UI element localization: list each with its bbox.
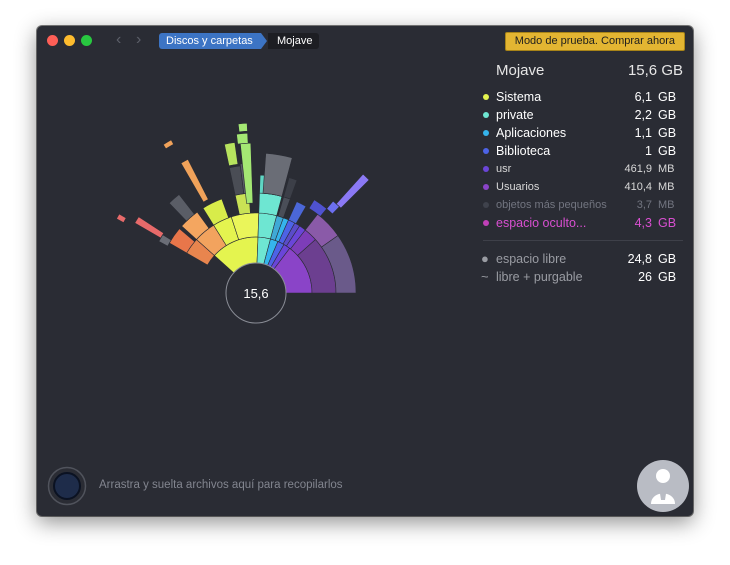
list-item: ~ libre + purgable 26 GB: [481, 268, 684, 286]
item-size: 410,4: [624, 181, 652, 193]
logo-icon: [637, 460, 689, 512]
list-item[interactable]: espacio oculto... 4,3 GB: [481, 214, 684, 232]
list-item[interactable]: Usuarios 410,4 MB: [481, 178, 684, 196]
item-size: 2,2: [634, 108, 652, 122]
free-space-list: ● espacio libre 24,8 GB ~ libre + purgable 26 G…: [481, 250, 684, 286]
list-item[interactable]: Aplicaciones 1,1 GB: [481, 124, 684, 142]
item-name: libre + purgable: [496, 270, 583, 284]
chevron-right-icon[interactable]: ›: [136, 31, 141, 49]
app-window: ‹ › Discos y carpetas Mojave Modo de pru…: [37, 26, 693, 516]
item-name: Aplicaciones: [496, 126, 567, 140]
summary-total: 15,6 GB: [627, 62, 683, 79]
summary-title: Mojave: [496, 62, 545, 79]
sunburst-segment[interactable]: [258, 192, 283, 217]
sunburst-segment[interactable]: [237, 122, 248, 133]
color-dot: [483, 220, 489, 226]
item-name: espacio oculto...: [496, 216, 587, 230]
item-size: 3,7: [636, 199, 652, 211]
item-name: Usuarios: [496, 181, 540, 193]
item-size: 4,3: [634, 216, 652, 230]
color-dot: [483, 94, 489, 100]
center-total-label: 15,6: [243, 286, 268, 301]
item-unit: GB: [658, 90, 677, 104]
list-item[interactable]: usr 461,9 MB: [481, 160, 684, 178]
sunburst-segment[interactable]: [224, 142, 239, 167]
item-name: Sistema: [496, 90, 542, 104]
list-item[interactable]: Biblioteca 1 GB: [481, 142, 684, 160]
list-item[interactable]: Sistema 6,1 GB: [481, 88, 684, 106]
item-unit: GB: [658, 252, 677, 266]
item-name: espacio libre: [496, 252, 567, 266]
item-name: objetos más pequeños: [496, 199, 607, 211]
sunburst-segment[interactable]: [162, 139, 175, 150]
item-unit: MB: [658, 181, 675, 193]
item-size: 1,1: [634, 126, 652, 140]
item-unit: MB: [658, 163, 675, 175]
free-marker: ●: [481, 251, 489, 266]
item-size: 24,8: [627, 252, 652, 266]
sunburst-segment[interactable]: [335, 173, 370, 209]
list-divider: [483, 240, 683, 241]
sunburst-segment[interactable]: [236, 132, 249, 145]
sunburst-segment[interactable]: [134, 216, 165, 239]
color-dot: [483, 112, 489, 118]
item-unit: GB: [658, 108, 677, 122]
list-item[interactable]: private 2,2 GB: [481, 106, 684, 124]
breadcrumb-mojave[interactable]: Mojave: [268, 33, 320, 49]
item-size: 1: [645, 144, 652, 158]
color-dot: [483, 202, 489, 208]
sunburst-segment[interactable]: [116, 213, 127, 224]
item-unit: MB: [658, 199, 675, 211]
minimize-icon[interactable]: [64, 35, 75, 46]
drop-target-icon[interactable]: [47, 466, 87, 506]
item-size: 6,1: [634, 90, 652, 104]
list-item: ● espacio libre 24,8 GB: [481, 250, 684, 268]
sunburst-segment[interactable]: [168, 194, 195, 222]
sunburst-segment[interactable]: [288, 201, 307, 225]
item-unit: GB: [658, 270, 677, 284]
category-list: Sistema 6,1 GB private 2,2 GB Aplicaciones 1,1 G…: [481, 88, 684, 232]
trial-buy-button[interactable]: Modo de prueba. Comprar ahora: [504, 32, 685, 51]
color-dot: [483, 148, 489, 154]
sunburst-segment[interactable]: [180, 158, 209, 203]
close-icon[interactable]: [47, 35, 58, 46]
free-marker: ~: [481, 269, 489, 284]
item-name: usr: [496, 163, 512, 175]
item-name: private: [496, 108, 534, 122]
zoom-icon[interactable]: [81, 35, 92, 46]
item-unit: GB: [658, 144, 677, 158]
color-dot: [483, 166, 489, 172]
title-bar: ‹ › Discos y carpetas Mojave Modo de pru…: [37, 26, 693, 54]
color-dot: [483, 184, 489, 190]
item-size: 26: [638, 270, 652, 284]
color-dot: [483, 130, 489, 136]
drop-hint: Arrastra y suelta archivos aquí para rec…: [99, 479, 343, 491]
item-unit: GB: [658, 216, 677, 230]
item-size: 461,9: [624, 163, 652, 175]
item-unit: GB: [658, 126, 677, 140]
list-item[interactable]: objetos más pequeños 3,7 MB: [481, 196, 684, 214]
chevron-left-icon[interactable]: ‹: [116, 31, 121, 49]
item-name: Biblioteca: [496, 144, 551, 158]
disk-usage-sunburst[interactable]: 15,6: [37, 54, 457, 484]
breadcrumb-disks-folders[interactable]: Discos y carpetas: [159, 33, 267, 49]
sunburst-segment[interactable]: [308, 199, 328, 217]
